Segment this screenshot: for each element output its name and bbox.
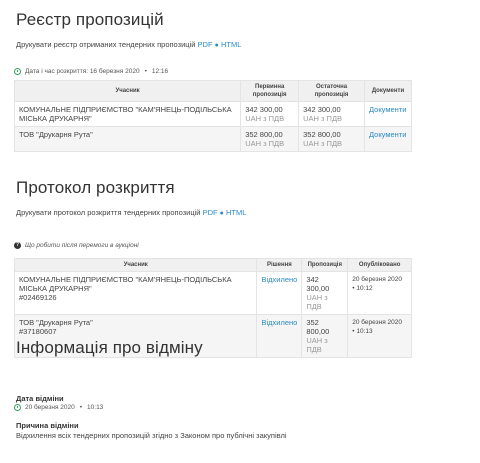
decision-cell: Відхилено bbox=[256, 271, 303, 315]
offer-cell: 352 800,00 UAH з ПДВ bbox=[301, 314, 349, 358]
cancel-date-time: 10:13 bbox=[87, 404, 104, 411]
final-offer: 342 300,00 UAH з ПДВ bbox=[298, 101, 365, 127]
registry-header-row: Учасник Первинна пропозиція Остаточна пр… bbox=[13, 80, 413, 102]
published-time: • 10:12 bbox=[352, 285, 373, 292]
published-time: • 10:13 bbox=[352, 328, 373, 335]
initial-vat: UAH з ПДВ bbox=[245, 139, 285, 148]
published-cell: 20 березня 2020 • 10:12 bbox=[347, 271, 412, 315]
cancel-date-value: 20 березня 2020 bbox=[25, 404, 75, 411]
col-participant: Учасник bbox=[13, 80, 242, 102]
published-date: 20 березня 2020 bbox=[352, 319, 402, 326]
registry-opened-meta: Дата і час розкриття: 16 березня 2020 • … bbox=[14, 68, 168, 75]
decision-cell: Відхилено bbox=[256, 314, 303, 358]
published-cell: 20 березня 2020 • 10:13 bbox=[347, 314, 412, 358]
protocol-header-row: Учасник Рішення Пропозиція Опубліковано bbox=[13, 258, 412, 272]
opened-label: Дата і час розкриття: 16 березня 2020 bbox=[25, 68, 140, 75]
registry-print-line: Друкувати реєстр отриманих тендерних про… bbox=[16, 40, 241, 49]
col-published: Опубліковано bbox=[347, 258, 412, 272]
participant-code: #37180607 bbox=[19, 327, 57, 336]
registry-pdf-link[interactable]: PDF bbox=[198, 40, 213, 49]
final-vat: UAH з ПДВ bbox=[303, 139, 343, 148]
registry-title: Реєстр пропозицій bbox=[16, 10, 164, 29]
registry-print-text: Друкувати реєстр отриманих тендерних про… bbox=[16, 40, 196, 49]
protocol-title: Протокол розкриття bbox=[16, 178, 175, 197]
final-vat: UAH з ПДВ bbox=[303, 114, 343, 123]
final-offer: 352 800,00 UAH з ПДВ bbox=[298, 126, 365, 152]
participant-name: ТОВ "Друкарня Рута" bbox=[13, 126, 242, 152]
initial-amount: 352 800,00 bbox=[245, 130, 283, 139]
col-participant: Учасник bbox=[13, 258, 258, 272]
participant-name: КОМУНАЛЬНЕ ПІДПРИЄМСТВО "КАМ'ЯНЕЦЬ-ПОДІЛ… bbox=[19, 275, 232, 293]
protocol-dot: ● bbox=[219, 210, 224, 217]
documents-link[interactable]: Документи bbox=[369, 105, 406, 114]
initial-amount: 342 300,00 bbox=[245, 105, 283, 114]
initial-offer: 352 800,00 UAH з ПДВ bbox=[240, 126, 300, 152]
final-amount: 342 300,00 bbox=[303, 105, 341, 114]
published-date: 20 березня 2020 bbox=[352, 276, 402, 283]
offer-amount: 352 800,00 bbox=[306, 318, 330, 336]
cancel-title: Інформація про відміну bbox=[16, 338, 203, 357]
participant-code: #02469126 bbox=[19, 293, 57, 302]
protocol-pdf-link[interactable]: PDF bbox=[203, 208, 218, 217]
clock-icon bbox=[14, 68, 21, 75]
decision-link[interactable]: Відхилено bbox=[261, 275, 297, 284]
auction-note-text[interactable]: Що робити після перемоги в аукціоні bbox=[25, 242, 139, 249]
initial-vat: UAH з ПДВ bbox=[245, 114, 285, 123]
offer-cell: 342 300,00 UAH з ПДВ bbox=[301, 271, 349, 315]
offer-vat: UAH з ПДВ bbox=[306, 293, 328, 311]
docs-cell: Документи bbox=[363, 101, 413, 127]
protocol-html-link[interactable]: HTML bbox=[226, 208, 246, 217]
participant-cell: КОМУНАЛЬНЕ ПІДПРИЄМСТВО "КАМ'ЯНЕЦЬ-ПОДІЛ… bbox=[13, 271, 258, 315]
final-amount: 352 800,00 bbox=[303, 130, 341, 139]
protocol-print-text: Друкувати протокол розкриття тендерних п… bbox=[16, 208, 201, 217]
col-offer: Пропозиція bbox=[301, 258, 349, 272]
auction-note[interactable]: ? Що робити після перемоги в аукціоні bbox=[14, 242, 139, 249]
table-row: ТОВ "Друкарня Рута" 352 800,00 UAH з ПДВ … bbox=[13, 126, 413, 152]
cancel-date-meta: 20 березня 2020 • 10:13 bbox=[14, 404, 103, 411]
decision-link[interactable]: Відхилено bbox=[261, 318, 297, 327]
protocol-print-line: Друкувати протокол розкриття тендерних п… bbox=[16, 208, 246, 217]
opened-time: 12:16 bbox=[151, 68, 169, 75]
registry-html-link[interactable]: HTML bbox=[221, 40, 241, 49]
participant-name: КОМУНАЛЬНЕ ПІДПРИЄМСТВО "КАМ'ЯНЕЦЬ-ПОДІЛ… bbox=[13, 101, 242, 127]
registry-table: Учасник Первинна пропозиція Остаточна пр… bbox=[13, 80, 413, 152]
participant-name: ТОВ "Друкарня Рута" bbox=[19, 318, 93, 327]
offer-amount: 342 300,00 bbox=[306, 275, 330, 293]
offer-vat: UAH з ПДВ bbox=[306, 336, 328, 354]
col-docs: Документи bbox=[363, 80, 413, 102]
cancel-reason-label: Причина відміни bbox=[16, 421, 79, 430]
initial-offer: 342 300,00 UAH з ПДВ bbox=[240, 101, 300, 127]
clock-icon bbox=[14, 404, 21, 411]
cancel-reason-value: Відхилення всіх тендерних пропозицій згі… bbox=[16, 431, 287, 440]
cancel-date-label: Дата відміни bbox=[16, 394, 64, 403]
question-icon: ? bbox=[14, 242, 21, 249]
opened-sep: • bbox=[144, 68, 147, 75]
registry-dot: ● bbox=[214, 42, 219, 49]
col-decision: Рішення bbox=[256, 258, 303, 272]
table-row: КОМУНАЛЬНЕ ПІДПРИЄМСТВО "КАМ'ЯНЕЦЬ-ПОДІЛ… bbox=[13, 101, 413, 127]
docs-cell: Документи bbox=[363, 126, 413, 152]
col-final: Остаточна пропозиція bbox=[298, 80, 365, 102]
cancel-date-sep: • bbox=[79, 404, 83, 411]
documents-link[interactable]: Документи bbox=[369, 130, 406, 139]
table-row: КОМУНАЛЬНЕ ПІДПРИЄМСТВО "КАМ'ЯНЕЦЬ-ПОДІЛ… bbox=[13, 271, 412, 315]
col-initial: Первинна пропозиція bbox=[240, 80, 300, 102]
